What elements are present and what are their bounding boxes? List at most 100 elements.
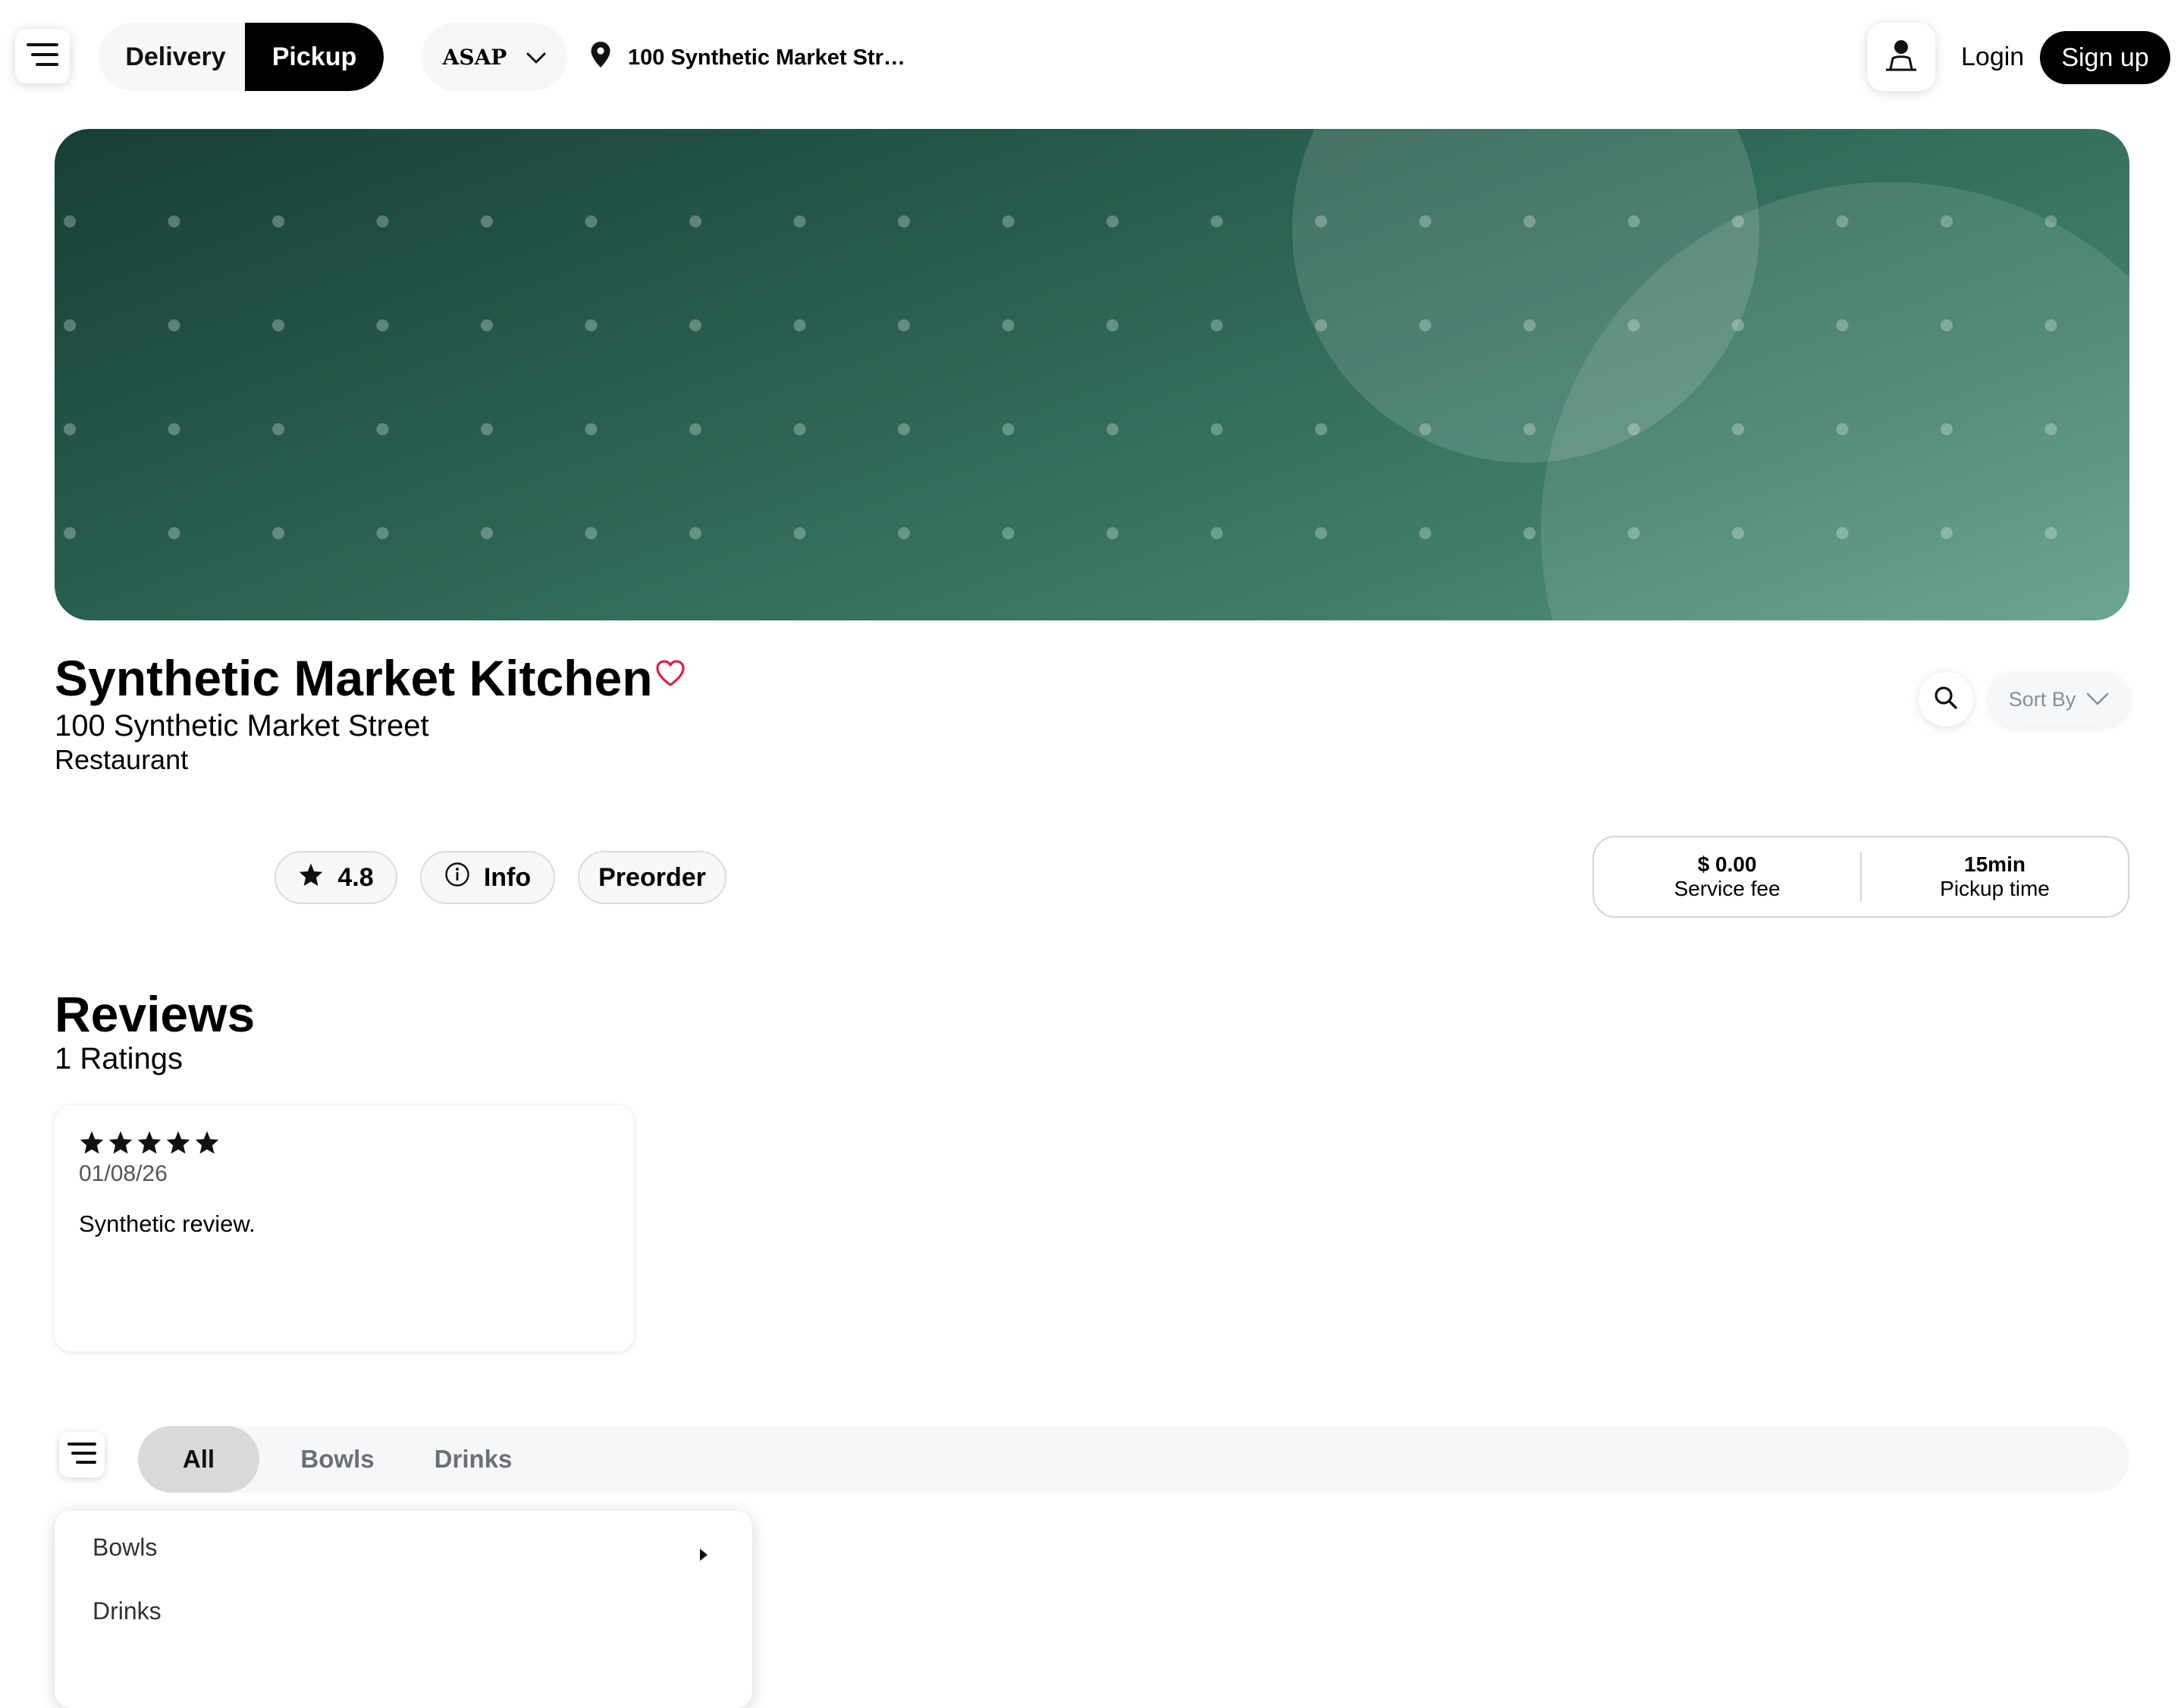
banner-dot	[376, 215, 389, 228]
delivery-option[interactable]: Delivery	[99, 23, 245, 91]
tab-bowls[interactable]: Bowls	[282, 1426, 393, 1493]
banner-dot	[1523, 215, 1536, 228]
banner-dot	[1315, 215, 1327, 228]
tab-all[interactable]: All	[138, 1426, 259, 1493]
banner-dot	[1732, 319, 1744, 331]
login-link[interactable]: Login	[1961, 39, 2024, 74]
chevron-down-icon	[526, 45, 546, 70]
profile-button[interactable]	[1867, 23, 1935, 91]
review-date: 01/08/26	[79, 1161, 168, 1186]
banner-dot	[793, 319, 806, 331]
signup-button[interactable]: Sign up	[2040, 31, 2170, 84]
banner-dot	[1732, 423, 1744, 435]
banner-dot	[689, 423, 701, 435]
banner-dot	[376, 423, 389, 435]
main-menu-button[interactable]	[15, 29, 70, 83]
favorite-button[interactable]	[655, 660, 689, 693]
banner-dot	[1523, 319, 1536, 331]
banner-dot	[1210, 423, 1223, 435]
store-name: Synthetic Market Kitchen	[55, 650, 653, 706]
preorder-button[interactable]: Preorder	[578, 851, 726, 904]
banner-dot	[1627, 215, 1640, 228]
menu-icon	[67, 1442, 96, 1468]
banner-dot	[585, 527, 598, 539]
rating-pill[interactable]: 4.8	[275, 851, 397, 904]
banner-dot	[585, 215, 598, 228]
banner-dot	[64, 319, 76, 331]
banner-dot	[1210, 527, 1223, 539]
pickup-time-value: 15min	[1964, 852, 2026, 876]
banner-dot	[481, 215, 493, 228]
banner-dot	[1941, 215, 1953, 228]
banner-dot	[1419, 215, 1432, 228]
banner-dot	[1419, 527, 1432, 539]
dropdown-item-drinks[interactable]: Drinks	[55, 1581, 752, 1641]
info-icon	[444, 862, 470, 894]
sort-by-label: Sort By	[2008, 687, 2076, 711]
dropdown-item-bowls[interactable]: Bowls	[55, 1517, 752, 1578]
search-icon	[1934, 686, 1958, 714]
banner-dot	[1002, 215, 1015, 228]
banner-dot	[1419, 319, 1432, 331]
review-stars	[79, 1130, 220, 1154]
star-icon	[166, 1131, 190, 1154]
banner-dot	[1106, 423, 1119, 435]
banner-dot	[1627, 423, 1640, 435]
rating-value: 4.8	[337, 862, 374, 892]
banner-dot	[898, 423, 910, 435]
pickup-option[interactable]: Pickup	[245, 23, 384, 91]
store-address: 100 Synthetic Market Street	[55, 709, 429, 743]
banner-dot	[272, 319, 284, 331]
banner-dot	[898, 527, 910, 539]
banner-dot	[272, 527, 284, 539]
pickup-time: 15min Pickup time	[1862, 852, 2128, 901]
time-select-value: ASAP	[442, 44, 507, 70]
service-fee-value: $ 0.00	[1697, 852, 1757, 876]
banner-dot	[898, 215, 910, 228]
banner-dot	[793, 423, 806, 435]
banner-dot	[168, 527, 180, 539]
banner-dot	[481, 527, 493, 539]
banner-dot	[1627, 319, 1640, 331]
category-menu-button[interactable]	[59, 1432, 105, 1477]
banner-dot	[2044, 319, 2057, 331]
tab-drinks[interactable]: Drinks	[417, 1426, 529, 1493]
banner-dot	[168, 215, 180, 228]
banner-dot	[481, 319, 493, 331]
banner-dot	[898, 319, 910, 331]
banner-dot	[2044, 423, 2057, 435]
banner-dot	[1627, 527, 1640, 539]
banner-dot	[793, 527, 806, 539]
banner-dot	[1419, 423, 1432, 435]
sort-by-dropdown[interactable]: Sort By	[1988, 672, 2129, 727]
banner-dot	[1002, 319, 1015, 331]
banner-dot	[689, 215, 701, 228]
location-pin-icon	[590, 41, 611, 74]
banner-dot	[1210, 319, 1223, 331]
banner-dot	[1836, 527, 1849, 539]
banner-dot	[2044, 527, 2057, 539]
banner-dot	[689, 319, 701, 331]
service-fee: $ 0.00 Service fee	[1594, 852, 1860, 901]
banner-dot	[1106, 527, 1119, 539]
star-icon	[298, 862, 324, 893]
delivery-mode-toggle[interactable]: Delivery Pickup	[99, 23, 384, 91]
banner-dot	[585, 319, 598, 331]
banner-dot	[1836, 319, 1849, 331]
banner-dot	[1315, 319, 1327, 331]
banner-dot	[1732, 215, 1744, 228]
delivery-address-link[interactable]: 100 Synthetic Market Str…	[590, 39, 905, 76]
dropdown-item-label: Drinks	[93, 1597, 162, 1625]
banner-dot	[1315, 527, 1327, 539]
info-button[interactable]: Info	[420, 851, 555, 904]
caret-right-icon	[699, 1540, 708, 1568]
banner-dot	[272, 423, 284, 435]
banner-dot	[1106, 319, 1119, 331]
review-text: Synthetic review.	[79, 1210, 256, 1237]
info-label: Info	[483, 862, 532, 892]
ratings-count: 1 Ratings	[55, 1042, 183, 1075]
banner-dot	[1523, 423, 1536, 435]
menu-search-button[interactable]	[1919, 672, 1973, 727]
star-icon	[137, 1131, 162, 1154]
time-select[interactable]: ASAP	[422, 23, 567, 91]
